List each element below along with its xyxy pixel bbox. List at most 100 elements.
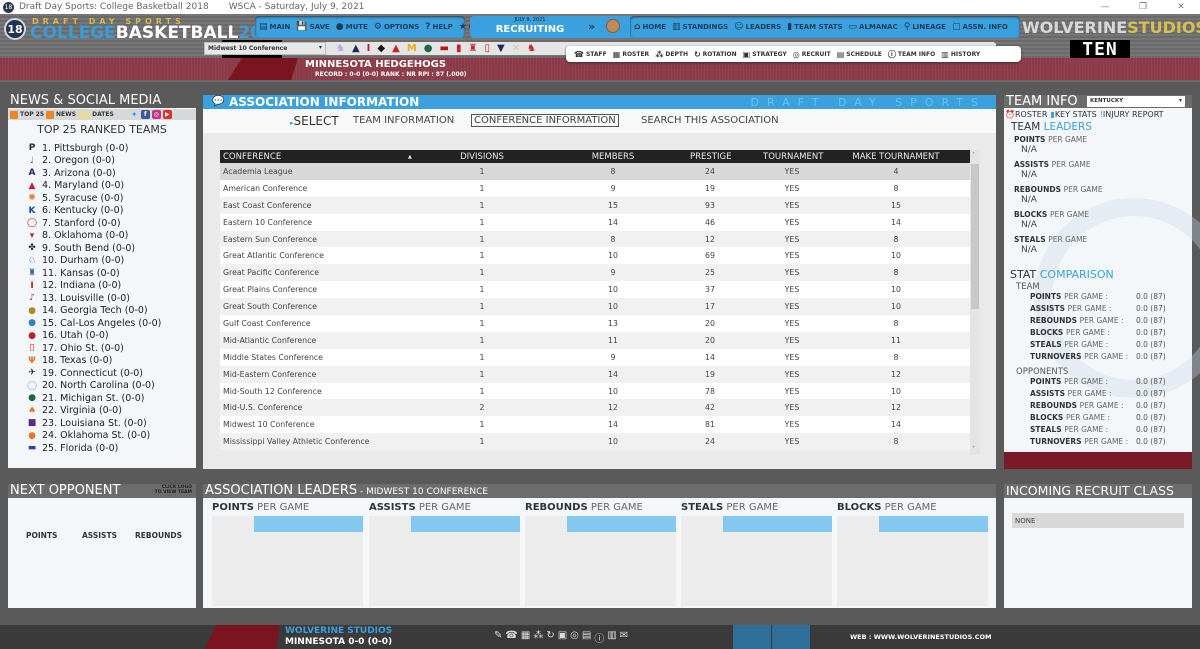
recruit-list-item[interactable]: NONE [1012, 513, 1184, 528]
team-logo-icon[interactable]: ♩ [26, 156, 38, 166]
leaders-name-bar[interactable] [879, 516, 988, 532]
team-logo-3[interactable]: I [367, 43, 371, 54]
team-logo-8[interactable]: ▬ [440, 43, 449, 54]
tab-news[interactable]: NEWS [56, 111, 76, 118]
team-logo-icon[interactable]: ♪ [26, 293, 38, 303]
team-nav-strategy[interactable]: ▣ STRATEGY [743, 50, 787, 59]
ranking-item[interactable]: ◯ 20. North Carolina (0-0) [26, 380, 161, 393]
ranking-item[interactable]: ▯ 17. Ohio St. (0-0) [26, 342, 161, 355]
team-mascot-logo[interactable] [228, 58, 298, 80]
team-logo-icon[interactable]: I [26, 281, 38, 291]
table-row[interactable]: Gulf Coast Conference 1 13 20 YES 8 [220, 315, 980, 332]
team-logo-icon[interactable]: ♘ [26, 256, 38, 266]
ranking-item[interactable]: ● 14. Georgia Tech (0-0) [26, 305, 161, 318]
ranking-item[interactable]: Ψ 18. Texas (0-0) [26, 355, 161, 368]
team-logo-icon[interactable]: Ψ [26, 356, 38, 366]
ranking-item[interactable]: A 3. Arizona (0-0) [26, 167, 161, 180]
nav-options-button[interactable]: ⚙ OPTIONS [374, 22, 419, 32]
team-logo-icon[interactable]: ♜ [26, 268, 38, 278]
history-icon[interactable]: ▥ [607, 630, 616, 645]
team-info-select[interactable]: KENTUCKY ▾ [1087, 96, 1185, 107]
ranking-item[interactable]: ♜ 11. Kansas (0-0) [26, 267, 161, 280]
ranking-item[interactable]: ◯ 7. Stanford (0-0) [26, 217, 161, 230]
ranking-item[interactable]: K 6. Kentucky (0-0) [26, 205, 161, 218]
table-row[interactable]: East Coast Conference 1 15 93 YES 15 [220, 196, 980, 214]
tab-top25[interactable]: TOP 25 [20, 111, 44, 118]
tab-dates[interactable]: DATES [92, 111, 114, 118]
ranking-item[interactable]: ● 16. Utah (0-0) [26, 330, 161, 343]
footer-website[interactable]: WEB : WWW.WOLVERINESTUDIOS.COM [850, 633, 992, 641]
team-nav-staff[interactable]: ☎ STAFF [574, 50, 607, 59]
rotation-icon[interactable]: ↻ [546, 630, 554, 645]
team-logo-2[interactable]: ▲ [352, 43, 360, 54]
table-row[interactable]: Mid-Atlantic Conference 1 11 20 YES 11 [220, 331, 980, 349]
team-logo-1[interactable]: ♞ [336, 43, 345, 54]
option-team-information[interactable]: TEAM INFORMATION [351, 115, 456, 126]
team-nav-recruit[interactable]: ◎ RECRUIT [793, 50, 831, 59]
ranking-item[interactable]: ● 21. Michigan St. (0-0) [26, 392, 161, 405]
depth-icon[interactable]: ⁂ [533, 630, 543, 645]
team-logo-13[interactable]: ✕ [512, 43, 520, 54]
table-row[interactable]: Mid-U.S. Conference 2 12 42 YES 12 [220, 399, 980, 417]
mail-icon[interactable]: ✉ [620, 630, 628, 645]
conference-select[interactable]: Midwest 10 Conference ▾ [204, 42, 326, 55]
ranking-item[interactable]: ▾ 8. Oklahoma (0-0) [26, 230, 161, 243]
instagram-icon[interactable]: ◎ [151, 110, 161, 119]
nav-help-button[interactable]: ? HELP [425, 22, 452, 32]
ranking-item[interactable]: ♠ 22. Virginia (0-0) [26, 405, 161, 418]
nav-save-button[interactable]: 💾 SAVE [296, 22, 329, 32]
table-row[interactable]: Eastern 10 Conference 1 14 46 YES 14 [220, 213, 980, 231]
team-logo-icon[interactable]: A [26, 168, 38, 178]
option-search-association[interactable]: SEARCH THIS ASSOCIATION [639, 115, 781, 126]
nav-home-button[interactable]: ⌂ HOME [634, 22, 666, 32]
team-logo-icon[interactable]: ▬ [26, 443, 38, 453]
injury-report-link[interactable]: !INJURY REPORT [1100, 110, 1164, 119]
team-nav-depth[interactable]: ⁂ DEPTH [655, 50, 688, 59]
ranking-item[interactable]: ♪ 13. Louisville (0-0) [26, 292, 161, 305]
team-logo-9[interactable]: ▮ [456, 43, 462, 54]
team-logo-icon[interactable]: ■ [26, 418, 38, 428]
team-logo-10[interactable]: ♜ [468, 43, 477, 54]
ranking-item[interactable]: ✤ 9. South Bend (0-0) [26, 242, 161, 255]
team-logo-icon[interactable]: ♠ [26, 406, 38, 416]
table-row[interactable]: Mississippi Valley Athletic Conference 1 1… [220, 433, 980, 451]
team-logo-icon[interactable]: ● [26, 306, 38, 316]
team-logo-icon[interactable]: ◯ [26, 218, 38, 228]
ranking-item[interactable]: ▬ 25. Florida (0-0) [26, 442, 161, 455]
table-row[interactable]: Midwest 10 Conference 1 14 81 YES 14 [220, 416, 980, 434]
recruit-icon[interactable]: ◎ [570, 630, 579, 645]
team-logo-14[interactable]: ♞ [527, 43, 536, 54]
close-button[interactable]: ✕ [1162, 0, 1200, 14]
schedule-icon[interactable]: ▤ [582, 630, 591, 645]
table-row[interactable]: American Conference 1 9 19 YES 8 [220, 179, 980, 197]
minimize-button[interactable]: — [1086, 0, 1124, 14]
ranking-item[interactable]: I 12. Indiana (0-0) [26, 280, 161, 293]
nav-lineage-button[interactable]: ⚲ LINEAGE [904, 22, 946, 32]
team-logo-4[interactable]: ◆ [377, 43, 385, 54]
option-conference-information[interactable]: CONFERENCE INFORMATION [471, 114, 619, 127]
scroll-up-icon[interactable]: ˄ [972, 152, 975, 159]
table-row[interactable]: Eastern Sun Conference 1 8 12 YES 8 [220, 230, 980, 248]
table-row[interactable]: Academia League 1 8 24 YES 4 [220, 163, 980, 180]
basketball-icon[interactable] [606, 19, 620, 33]
team-nav-team-info[interactable]: ⓘ TEAM INFO [888, 49, 935, 60]
team-logo-icon[interactable]: ▲ [26, 181, 38, 191]
team-logo-7[interactable]: ● [424, 43, 433, 54]
strategy-icon[interactable]: ▣ [558, 630, 567, 645]
ranking-item[interactable]: ✈ 19. Connecticut (0-0) [26, 367, 161, 380]
roster-link[interactable]: ⏰ROSTER [1005, 110, 1047, 119]
table-row[interactable]: Great Pacific Conference 1 9 25 YES 8 [220, 264, 980, 282]
leaders-name-bar[interactable] [411, 516, 520, 532]
nav-assn-info-button[interactable]: ▢ ASSN. INFO [952, 22, 1008, 32]
column-header-divisions[interactable]: DIVISIONS [456, 152, 508, 162]
team-logo-6[interactable]: M [407, 43, 417, 54]
twitter-icon[interactable]: ✦ [130, 110, 139, 119]
column-header-prestige[interactable]: PRESTIGE [690, 152, 731, 162]
roster-icon[interactable]: ▦ [521, 630, 530, 645]
ranking-item[interactable]: ✺ 5. Syracuse (0-0) [26, 192, 161, 205]
table-row[interactable]: Great Plains Conference 1 10 37 YES 10 [220, 281, 980, 299]
column-header-tournament[interactable]: TOURNAMENT [763, 152, 823, 162]
team-logo-icon[interactable]: K [26, 206, 38, 216]
table-row[interactable]: Great Atlantic Conference 1 10 69 YES 10 [220, 247, 980, 265]
nav-mute-button[interactable]: ● MUTE [336, 22, 368, 32]
